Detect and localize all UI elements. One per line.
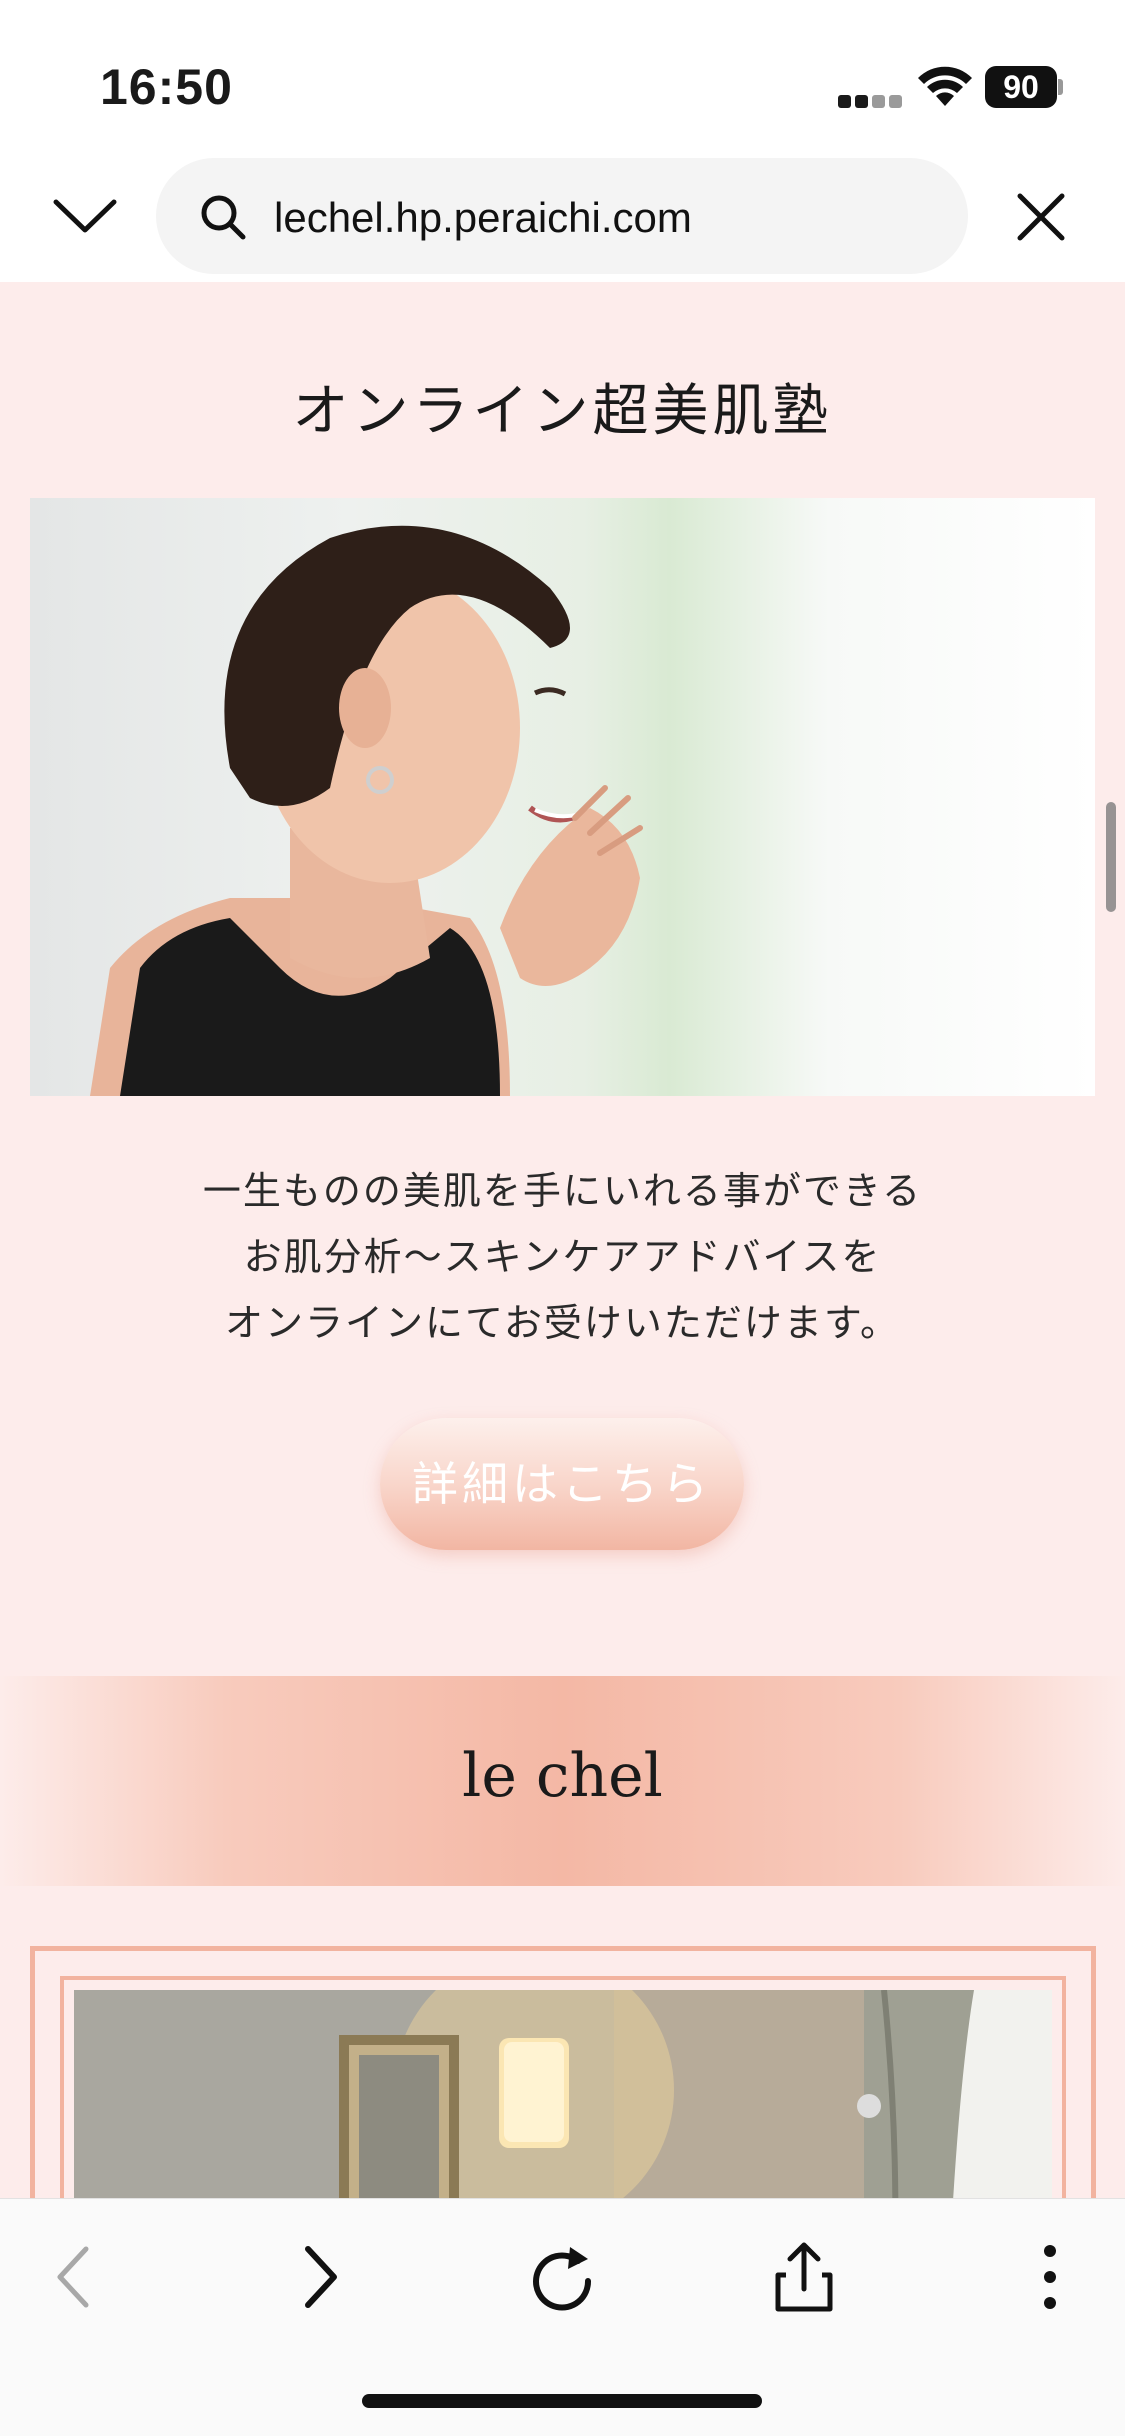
url-text[interactable]: lechel.hp.peraichi.com [274,194,692,242]
status-time: 16:50 [100,59,233,115]
search-icon [201,195,246,240]
description-line-1: 一生ものの美肌を手にいれる事ができる [202,1169,923,1213]
home-indicator [362,2394,762,2408]
description-line-3: オンラインにてお受けいただけます。 [224,1301,901,1345]
hero-image [30,498,1095,1096]
chevron-down-icon[interactable] [50,186,120,246]
battery-icon: 90 [985,66,1063,108]
description: 一生ものの美肌を手にいれる事ができる お肌分析〜スキンケアアドバイスを オンライ… [0,1158,1125,1356]
scrollbar-thumb[interactable] [1106,802,1116,912]
status-bar: 16:50 90 [0,0,1125,150]
details-button[interactable]: 詳細はこちら [380,1418,744,1550]
close-icon[interactable] [1012,188,1070,246]
more-vertical-icon[interactable] [1010,2237,1090,2317]
wifi-icon [918,66,972,106]
section-title: オンライン超美肌塾 [292,379,833,444]
brand-band: le chel [0,1676,1125,1886]
share-icon[interactable] [764,2237,844,2317]
web-content: オンライン超美肌塾 一生ものの美肌を手にいれる事ができる お肌分析〜スキンケアア… [0,282,1125,2198]
brand-title: le chel [462,1741,663,1811]
chevron-right-icon[interactable] [278,2237,358,2317]
chevron-left-icon[interactable] [36,2237,116,2317]
description-line-2: お肌分析〜スキンケアアドバイスを [243,1235,882,1279]
salon-room-image [74,1990,1052,2198]
battery-level: 90 [985,66,1057,108]
reload-icon[interactable] [522,2237,602,2317]
url-bar[interactable]: lechel.hp.peraichi.com [156,158,968,274]
browser-address-row: lechel.hp.peraichi.com [0,150,1125,282]
cellular-signal-icon [838,86,902,108]
